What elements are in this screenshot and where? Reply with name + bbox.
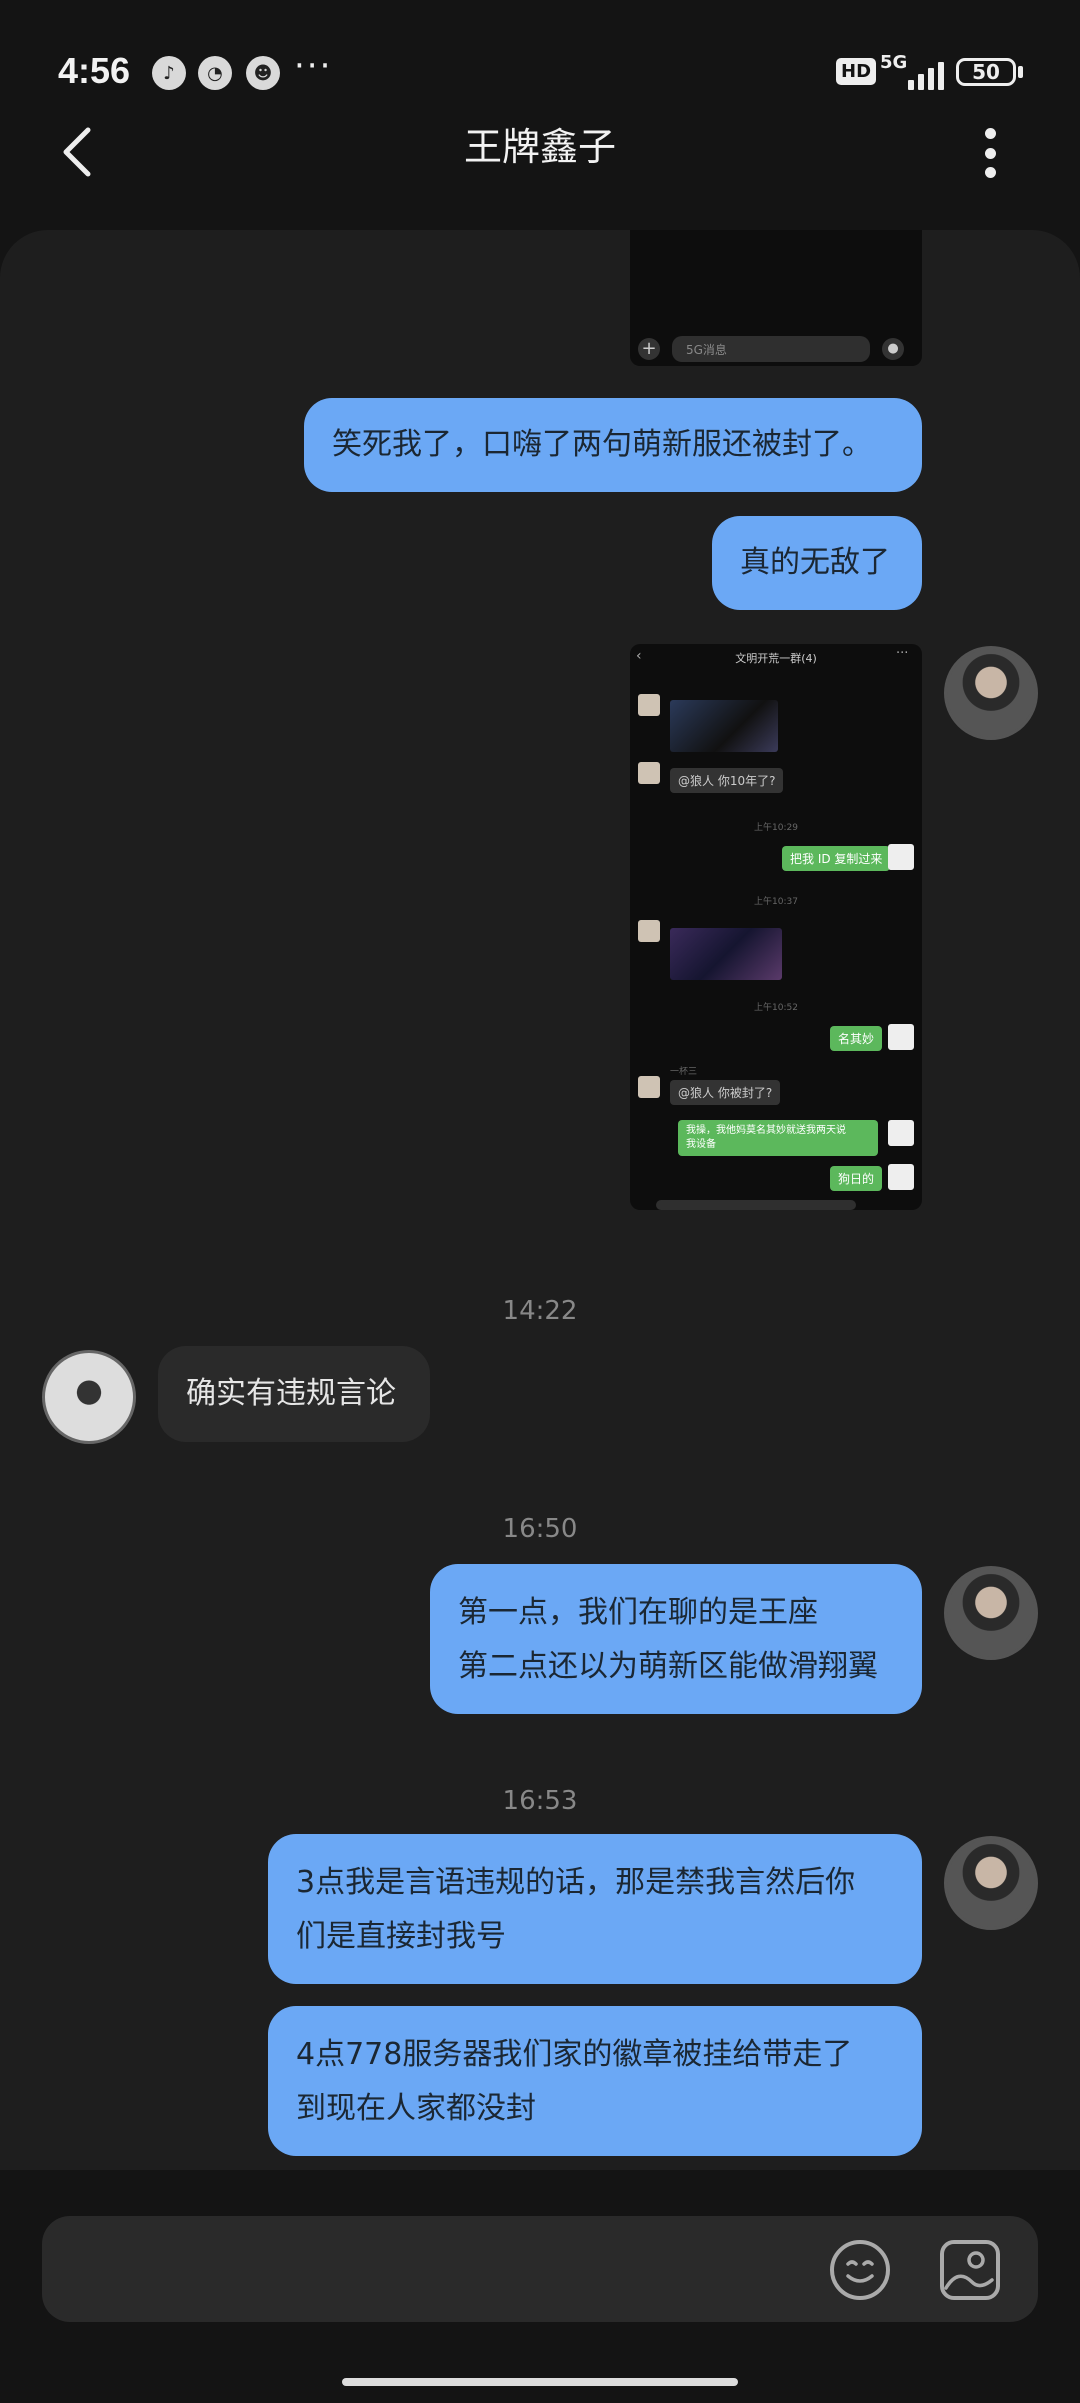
avatar[interactable] bbox=[944, 1566, 1038, 1660]
more-notifications-icon: ··· bbox=[294, 46, 333, 86]
message-text: 到现在人家都没封 bbox=[296, 2091, 536, 2126]
more-options-icon[interactable] bbox=[980, 128, 1000, 178]
image-icon[interactable] bbox=[938, 2238, 1002, 2302]
chat-title: 王牌鑫子 bbox=[463, 125, 616, 169]
message-bubble[interactable]: 真的无敌了 bbox=[712, 516, 922, 610]
message-text: 确实有违规言论 bbox=[186, 1376, 396, 1411]
thumb-sender: 一杯三 bbox=[670, 1067, 698, 1077]
timestamp: 16:53 bbox=[502, 1786, 578, 1816]
thumb-message-line: 我操，我他妈莫名其妙就送我两天说 bbox=[686, 1125, 846, 1136]
thumb-input bbox=[656, 1200, 856, 1210]
thumb-avatar bbox=[638, 1076, 660, 1098]
signal-icon bbox=[908, 56, 944, 90]
home-indicator[interactable] bbox=[342, 2378, 738, 2386]
message-text: 4点778服务器我们家的徽章被挂给带走了 bbox=[296, 2037, 853, 2072]
thumb-message: 狗日的 bbox=[830, 1166, 883, 1191]
image-message-2[interactable]: ‹ 文明开荒一群(4) ··· @狼人 你10年了? 上午10:29 把我 ID… bbox=[630, 644, 922, 1210]
thumb-avatar bbox=[638, 920, 660, 942]
chat-bubble-icon: ◔ bbox=[198, 56, 232, 90]
thumb-title: 文明开荒一群(4) bbox=[735, 652, 817, 665]
mic-icon: ● bbox=[882, 338, 904, 360]
thumb-avatar bbox=[638, 694, 660, 716]
message-text: 第一点，我们在聊的是王座 bbox=[458, 1595, 818, 1630]
thumb-avatar bbox=[888, 1120, 914, 1146]
thumb-message-line: 我设备 bbox=[686, 1139, 716, 1150]
avatar[interactable] bbox=[944, 1836, 1038, 1930]
thumb-message: 我操，我他妈莫名其妙就送我两天说 我设备 bbox=[678, 1120, 878, 1156]
timestamp: 14:22 bbox=[502, 1296, 578, 1326]
thumb-avatar bbox=[888, 844, 914, 870]
message-text: 们是直接封我号 bbox=[296, 1919, 506, 1954]
game-icon: ☻ bbox=[246, 56, 280, 90]
avatar[interactable] bbox=[944, 646, 1038, 740]
timestamp: 16:50 bbox=[502, 1514, 578, 1544]
thumb-message: @狼人 你10年了? bbox=[670, 768, 784, 793]
message-bubble[interactable]: 4点778服务器我们家的徽章被挂给带走了 到现在人家都没封 bbox=[268, 2006, 922, 2156]
plus-icon: + bbox=[638, 338, 660, 360]
thumb-time: 上午10:29 bbox=[754, 823, 798, 833]
hd-badge: HD bbox=[836, 58, 877, 85]
thumb-game-image bbox=[670, 928, 782, 980]
thumb-input: 5G消息 bbox=[672, 336, 870, 362]
message-bubble[interactable]: 3点我是言语违规的话，那是禁我言然后你 们是直接封我号 bbox=[268, 1834, 922, 1984]
message-text: 第二点还以为萌新区能做滑翔翼 bbox=[458, 1649, 878, 1684]
thumb-avatar bbox=[638, 762, 660, 784]
avatar[interactable] bbox=[42, 1350, 136, 1444]
thumb-message: 名其妙 bbox=[830, 1026, 883, 1051]
emoji-icon[interactable] bbox=[828, 2238, 892, 2302]
battery-tip bbox=[1018, 66, 1023, 78]
thumb-avatar bbox=[888, 1024, 914, 1050]
thumb-game-image bbox=[670, 700, 778, 752]
battery-icon: 50 bbox=[956, 58, 1016, 86]
image-message-1[interactable]: + 5G消息 ● bbox=[630, 230, 922, 366]
message-bubble[interactable]: 第一点，我们在聊的是王座 第二点还以为萌新区能做滑翔翼 bbox=[430, 1564, 922, 1714]
thumb-message: @狼人 你被封了? bbox=[670, 1080, 781, 1105]
message-bubble[interactable]: 笑死我了，口嗨了两句萌新服还被封了。 bbox=[304, 398, 922, 492]
thumb-avatar bbox=[888, 1164, 914, 1190]
douyin-icon: ♪ bbox=[152, 56, 186, 90]
thumb-more-icon: ··· bbox=[896, 646, 909, 661]
thumb-time: 上午10:52 bbox=[754, 1003, 798, 1013]
status-time: 4:56 bbox=[58, 50, 131, 91]
thumb-input-placeholder: 5G消息 bbox=[686, 343, 727, 357]
thumb-time: 上午10:37 bbox=[754, 897, 798, 907]
network-type: 5G bbox=[880, 52, 908, 73]
chat-area[interactable]: + 5G消息 ● 笑死我了，口嗨了两句萌新服还被封了。 真的无敌了 ‹ 文明开荒… bbox=[0, 230, 1080, 2170]
thumb-message: 把我 ID 复制过来 bbox=[782, 846, 891, 871]
message-bubble[interactable]: 确实有违规言论 bbox=[158, 1346, 430, 1442]
message-text: 笑死我了，口嗨了两句萌新服还被封了。 bbox=[332, 427, 872, 462]
message-text: 3点我是言语违规的话，那是禁我言然后你 bbox=[296, 1865, 856, 1900]
message-text: 真的无敌了 bbox=[740, 545, 890, 580]
